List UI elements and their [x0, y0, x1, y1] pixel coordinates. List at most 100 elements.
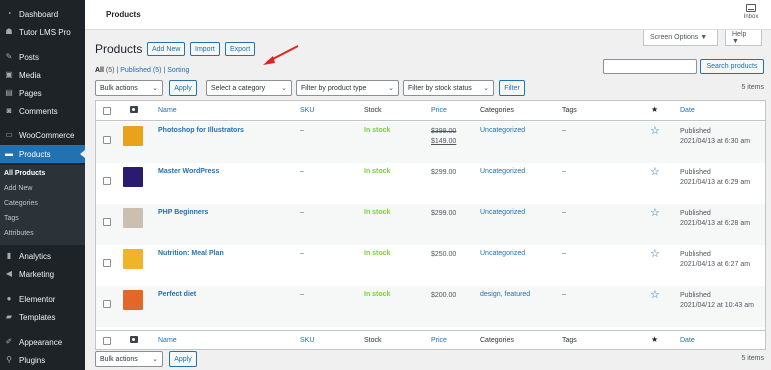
product-sku: –	[300, 291, 304, 298]
date-value: 2021/04/13 at 6:27 am	[680, 261, 751, 268]
column-categories: Categories	[480, 107, 514, 114]
product-tags: –	[562, 250, 566, 257]
product-categories[interactable]: Uncategorized	[480, 209, 525, 216]
submenu-add-new[interactable]: Add New	[4, 185, 32, 192]
product-categories[interactable]: design, featured	[480, 291, 530, 298]
product-type-filter-value: Filter by product type	[301, 84, 367, 92]
submenu-all-products[interactable]: All Products	[4, 170, 45, 177]
select-all-checkbox[interactable]	[103, 337, 111, 345]
product-categories[interactable]: Uncategorized	[480, 127, 525, 134]
search-input[interactable]	[603, 59, 697, 74]
sidebar-item-tutor-lms[interactable]: ☗ Tutor LMS Pro	[0, 23, 85, 41]
sidebar-item-label: Appearance	[19, 337, 63, 347]
sidebar-item-pages[interactable]: ▤ Pages	[0, 84, 85, 102]
row-checkbox[interactable]	[103, 218, 111, 226]
help-button[interactable]: Help ▼	[725, 30, 762, 46]
submenu-categories[interactable]: Categories	[4, 200, 38, 207]
featured-column-icon[interactable]: ★	[651, 335, 658, 344]
items-count: 5 items	[741, 84, 764, 91]
star-icon[interactable]: ☆	[650, 288, 660, 301]
date-status: Published	[680, 251, 711, 258]
column-price[interactable]: Price	[431, 107, 447, 114]
select-all-checkbox[interactable]	[103, 107, 111, 115]
product-categories[interactable]: Uncategorized	[480, 250, 525, 257]
marketing-icon: ◀	[5, 269, 13, 278]
filter-button[interactable]: Filter	[499, 80, 525, 96]
sidebar-item-elementor[interactable]: ● Elementor	[0, 290, 85, 308]
product-thumbnail[interactable]	[123, 208, 143, 228]
product-categories[interactable]: Uncategorized	[480, 168, 525, 175]
sidebar-item-products[interactable]: ▬ Products	[0, 145, 85, 163]
sidebar-item-media[interactable]: ▣ Media	[0, 66, 85, 84]
star-icon[interactable]: ☆	[650, 124, 660, 137]
inbox-button[interactable]: Inbox	[739, 4, 763, 20]
column-name[interactable]: Name	[158, 337, 177, 344]
column-sku[interactable]: SKU	[300, 107, 314, 114]
import-button[interactable]: Import	[190, 42, 220, 56]
date-value: 2021/04/13 at 6:28 am	[680, 220, 751, 227]
product-thumbnail[interactable]	[123, 126, 143, 146]
sidebar-item-templates[interactable]: ▰ Templates	[0, 308, 85, 326]
add-new-button[interactable]: Add New	[147, 42, 186, 56]
table-row: Master WordPress – In stock $299.00 Unca…	[96, 163, 765, 204]
view-published[interactable]: Published (5)	[120, 67, 161, 74]
category-filter-select[interactable]: Select a category ⌄	[206, 80, 292, 96]
column-sku[interactable]: SKU	[300, 337, 314, 344]
sidebar-item-label: Analytics	[19, 251, 52, 261]
row-checkbox[interactable]	[103, 300, 111, 308]
product-name-link[interactable]: Perfect diet	[158, 291, 196, 298]
star-icon[interactable]: ☆	[650, 206, 660, 219]
bulk-actions-select[interactable]: Bulk actions ⌄	[95, 80, 163, 96]
star-icon[interactable]: ☆	[650, 165, 660, 178]
sidebar-item-woocommerce[interactable]: ▭ WooCommerce	[0, 126, 85, 144]
bulk-actions-value: Bulk actions	[100, 355, 138, 363]
sidebar-item-analytics[interactable]: ▮ Analytics	[0, 247, 85, 265]
row-checkbox[interactable]	[103, 177, 111, 185]
bulk-actions-value: Bulk actions	[100, 84, 138, 92]
comments-icon: ◙	[6, 106, 12, 115]
sidebar-item-label: Plugins	[19, 355, 46, 365]
product-name-link[interactable]: PHP Beginners	[158, 209, 208, 216]
submenu-tags[interactable]: Tags	[4, 215, 19, 222]
apply-button-bottom[interactable]: Apply	[169, 351, 197, 367]
bulk-actions-select-bottom[interactable]: Bulk actions ⌄	[95, 351, 163, 367]
product-name-link[interactable]: Photoshop for Illustrators	[158, 127, 244, 134]
view-all-count: (5)	[105, 67, 115, 74]
star-icon[interactable]: ☆	[650, 247, 660, 260]
row-checkbox[interactable]	[103, 259, 111, 267]
product-type-filter-select[interactable]: Filter by product type ⌄	[296, 80, 399, 96]
appearance-icon: ✐	[5, 337, 13, 346]
column-price[interactable]: Price	[431, 337, 447, 344]
sidebar-item-comments[interactable]: ◙ Comments	[0, 102, 85, 120]
column-name[interactable]: Name	[158, 107, 177, 114]
table-row: PHP Beginners – In stock $299.00 Uncateg…	[96, 204, 765, 245]
row-checkbox[interactable]	[103, 136, 111, 144]
view-filters: All (5) | Published (5) | Sorting	[95, 67, 189, 74]
screen-options-button[interactable]: Screen Options ▼	[643, 30, 718, 46]
sidebar-item-appearance[interactable]: ✐ Appearance	[0, 333, 85, 351]
sidebar-item-posts[interactable]: ✎ Posts	[0, 48, 85, 66]
product-thumbnail[interactable]	[123, 167, 143, 187]
date-status: Published	[680, 128, 711, 135]
view-all[interactable]: All	[95, 67, 104, 74]
submenu-attributes[interactable]: Attributes	[4, 230, 34, 237]
product-price: $299.00	[431, 210, 457, 217]
column-date[interactable]: Date	[680, 107, 695, 114]
product-name-link[interactable]: Nutrition: Meal Plan	[158, 250, 224, 257]
export-button[interactable]: Export	[225, 42, 256, 56]
column-date[interactable]: Date	[680, 337, 695, 344]
product-name-link[interactable]: Master WordPress	[158, 168, 219, 175]
featured-column-icon[interactable]: ★	[651, 105, 658, 114]
inbox-icon	[746, 4, 756, 12]
sidebar-item-plugins[interactable]: ⚲ Plugins	[0, 351, 85, 369]
stock-status-filter-select[interactable]: Filter by stock status ⌄	[403, 80, 494, 96]
view-sorting[interactable]: Sorting	[167, 67, 189, 74]
product-thumbnail[interactable]	[123, 249, 143, 269]
apply-button[interactable]: Apply	[169, 80, 197, 96]
sidebar-item-marketing[interactable]: ◀ Marketing	[0, 265, 85, 283]
table-row: Nutrition: Meal Plan – In stock $250.00 …	[96, 245, 765, 286]
search-products-button[interactable]: Search products	[700, 59, 764, 74]
products-submenu: All Products Add New Categories Tags Att…	[0, 165, 85, 245]
product-thumbnail[interactable]	[123, 290, 143, 310]
sidebar-item-dashboard[interactable]: ◔ Dashboard	[0, 5, 85, 23]
